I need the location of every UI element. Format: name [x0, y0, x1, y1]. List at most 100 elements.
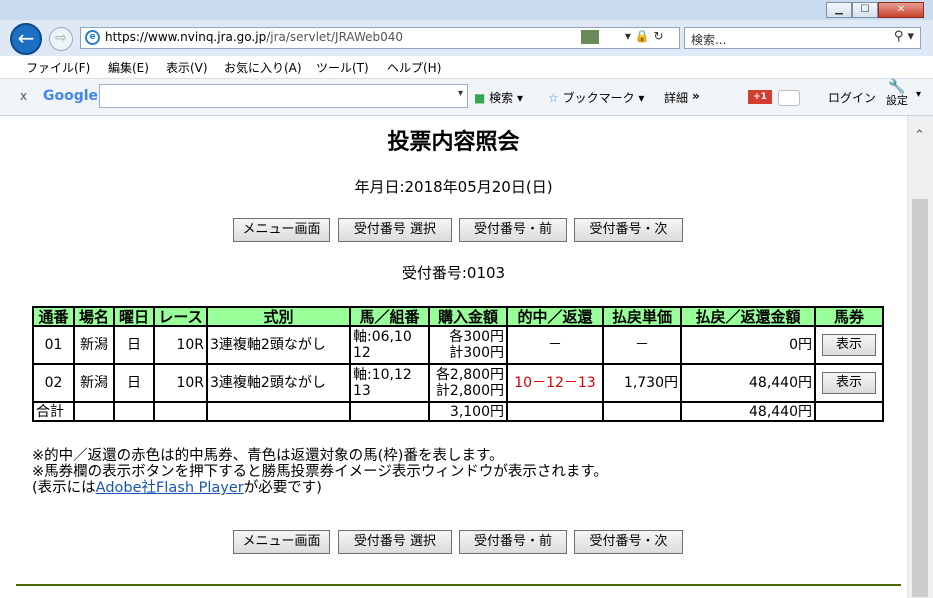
menu-file[interactable]: ファイル(F): [26, 59, 90, 76]
close-window-button[interactable]: ✕: [878, 2, 924, 18]
cell-amount: 各2,800円 計2,800円: [428, 363, 508, 403]
receipt-select-button[interactable]: 受付番号 選択: [338, 530, 452, 554]
refresh-icon[interactable]: ↻: [653, 29, 663, 43]
bottom-button-row: メニュー画面 受付番号 選択 受付番号・前 受付番号・次: [233, 530, 693, 554]
more-button[interactable]: »: [692, 89, 700, 103]
cell-ticket: 表示: [814, 363, 884, 403]
settings-button[interactable]: 🔧 設定: [886, 79, 908, 107]
minimize-button[interactable]: ▁: [826, 2, 852, 18]
receipt-next-button[interactable]: 受付番号・次: [574, 530, 683, 554]
receipt-select-button[interactable]: 受付番号 選択: [338, 218, 452, 242]
header-payout: 払戻／返還金額: [680, 306, 816, 327]
wrench-icon: 🔧: [888, 79, 906, 95]
header-unit-payout: 払戻単価: [602, 306, 682, 327]
bookmark-button[interactable]: ☆ ブックマーク ▾: [548, 89, 644, 106]
search-icon[interactable]: ⚲ ▾: [894, 29, 914, 44]
cell-type: 3連複軸2頭ながし: [206, 325, 351, 365]
table-row: 01 新潟 日 10R 3連複軸2頭ながし 軸:06,10 12 各300円 計30…: [32, 325, 884, 365]
menu-help[interactable]: ヘルプ(H): [387, 59, 441, 76]
arrow-left-icon: ←: [17, 26, 35, 50]
close-toolbar-icon[interactable]: x: [20, 89, 27, 103]
maximize-button[interactable]: ☐: [852, 2, 878, 18]
note-3-suffix: が必要です): [243, 480, 322, 496]
menu-screen-button[interactable]: メニュー画面: [233, 218, 330, 242]
menu-edit[interactable]: 編集(E): [108, 59, 149, 76]
total-payout: 48,440円: [680, 401, 816, 422]
receipt-prev-button[interactable]: 受付番号・前: [459, 218, 567, 242]
table-header-row: 通番 場名 曜日 レース 式別 馬／組番 購入金額 的中／返還 払戻単価 払戻／…: [32, 306, 884, 327]
menu-bar: ファイル(F) 編集(E) 表示(V) お気に入り(A) ツール(T) ヘルプ(…: [0, 56, 933, 79]
login-link[interactable]: ログイン: [828, 89, 876, 106]
cell-day: 日: [113, 363, 155, 403]
header-combo: 馬／組番: [349, 306, 430, 327]
address-url[interactable]: https://www.nvinq.jra.go.jp/jra/servlet/…: [105, 30, 403, 44]
gplus-button[interactable]: +1: [748, 90, 772, 104]
divider: [16, 584, 901, 586]
cell-payout: 0円: [680, 325, 816, 365]
header-ticket: 馬券: [814, 306, 884, 327]
header-venue: 場名: [73, 306, 115, 327]
header-race: レース: [153, 306, 208, 327]
menu-screen-button[interactable]: メニュー画面: [233, 530, 330, 554]
google-search-input[interactable]: ▾: [99, 84, 468, 108]
receipt-next-button[interactable]: 受付番号・次: [574, 218, 683, 242]
lock-icon[interactable]: 🔒: [635, 29, 650, 43]
note-line-3: (表示にはAdobe社Flash Playerが必要です): [32, 480, 608, 496]
receipt-number: 受付番号:0103: [401, 264, 506, 282]
forward-button[interactable]: ⇨: [49, 27, 73, 51]
chevron-down-icon[interactable]: ▾: [458, 88, 463, 99]
star-icon: ☆: [548, 91, 559, 105]
amount-total: 計2,800円: [435, 383, 504, 399]
cell-no: 02: [32, 363, 75, 403]
cell-day: 日: [113, 325, 155, 365]
show-ticket-button[interactable]: 表示: [822, 372, 876, 394]
empty-cell: [814, 401, 884, 422]
empty-cell: [206, 401, 351, 422]
receipt-prev-button[interactable]: 受付番号・前: [459, 530, 567, 554]
cell-unit-payout: －: [602, 325, 682, 365]
url-scheme: https://: [105, 30, 149, 44]
google-search-button[interactable]: ■ 検索 ▾: [474, 89, 523, 106]
menu-favorites[interactable]: お気に入り(A): [224, 59, 302, 76]
cell-race: 10R: [153, 325, 208, 365]
back-button[interactable]: ←: [10, 23, 42, 55]
total-label: 合計: [32, 401, 75, 422]
page-thumbnail-icon[interactable]: [581, 29, 599, 44]
combo-line-2: 13: [353, 383, 371, 399]
vertical-scrollbar[interactable]: ⌃: [907, 116, 933, 598]
menu-tools[interactable]: ツール(T): [316, 59, 369, 76]
detail-button[interactable]: 詳細: [664, 89, 688, 106]
url-host: www.nvinq.jra.go.jp: [148, 30, 267, 44]
scroll-up-icon[interactable]: ⌃: [914, 128, 925, 143]
browser-search-box[interactable]: 検索... ⚲ ▾: [684, 27, 921, 49]
empty-cell: [349, 401, 430, 422]
menu-view[interactable]: 表示(V): [166, 59, 208, 76]
amount-each: 各2,800円: [435, 367, 504, 383]
empty-cell: [153, 401, 208, 422]
google-multicolor-icon: ■: [474, 91, 486, 105]
address-tools: ▾ 🔒 ↻: [581, 29, 664, 44]
combo-line-1: 軸:10,12: [353, 367, 412, 383]
show-ticket-button[interactable]: 表示: [822, 334, 876, 356]
combo-line-1: 軸:06,10: [353, 329, 412, 345]
settings-dropdown-icon[interactable]: ▾: [916, 89, 921, 100]
header-type: 式別: [206, 306, 351, 327]
page-title: 投票内容照会: [387, 130, 520, 155]
note-line-2: ※馬券欄の表示ボタンを押下すると勝馬投票券イメージ表示ウィンドウが表示されます。: [32, 464, 608, 480]
dropdown-icon[interactable]: ▾: [625, 29, 631, 43]
amount-each: 各300円: [449, 329, 504, 345]
table-row: 02 新潟 日 10R 3連複軸2頭ながし 軸:10,12 13 各2,800円計…: [32, 363, 884, 403]
address-bar[interactable]: e https://www.nvinq.jra.go.jp/jra/servle…: [80, 27, 680, 49]
url-path: /jra/servlet/JRAWeb040: [266, 30, 404, 44]
google-logo: Google: [43, 88, 99, 104]
arrow-right-icon: ⇨: [55, 30, 67, 46]
cell-hit: －: [506, 325, 604, 365]
cell-ticket: 表示: [814, 325, 884, 365]
cell-combo: 軸:10,12 13: [349, 363, 430, 403]
date-line: 年月日:2018年05月20日(日): [354, 178, 553, 196]
cell-no: 01: [32, 325, 75, 365]
flash-player-link[interactable]: Adobe社Flash Player: [96, 480, 244, 496]
cell-amount: 各300円 計300円: [428, 325, 508, 365]
header-hit: 的中／返還: [506, 306, 604, 327]
scroll-thumb[interactable]: [912, 199, 928, 597]
